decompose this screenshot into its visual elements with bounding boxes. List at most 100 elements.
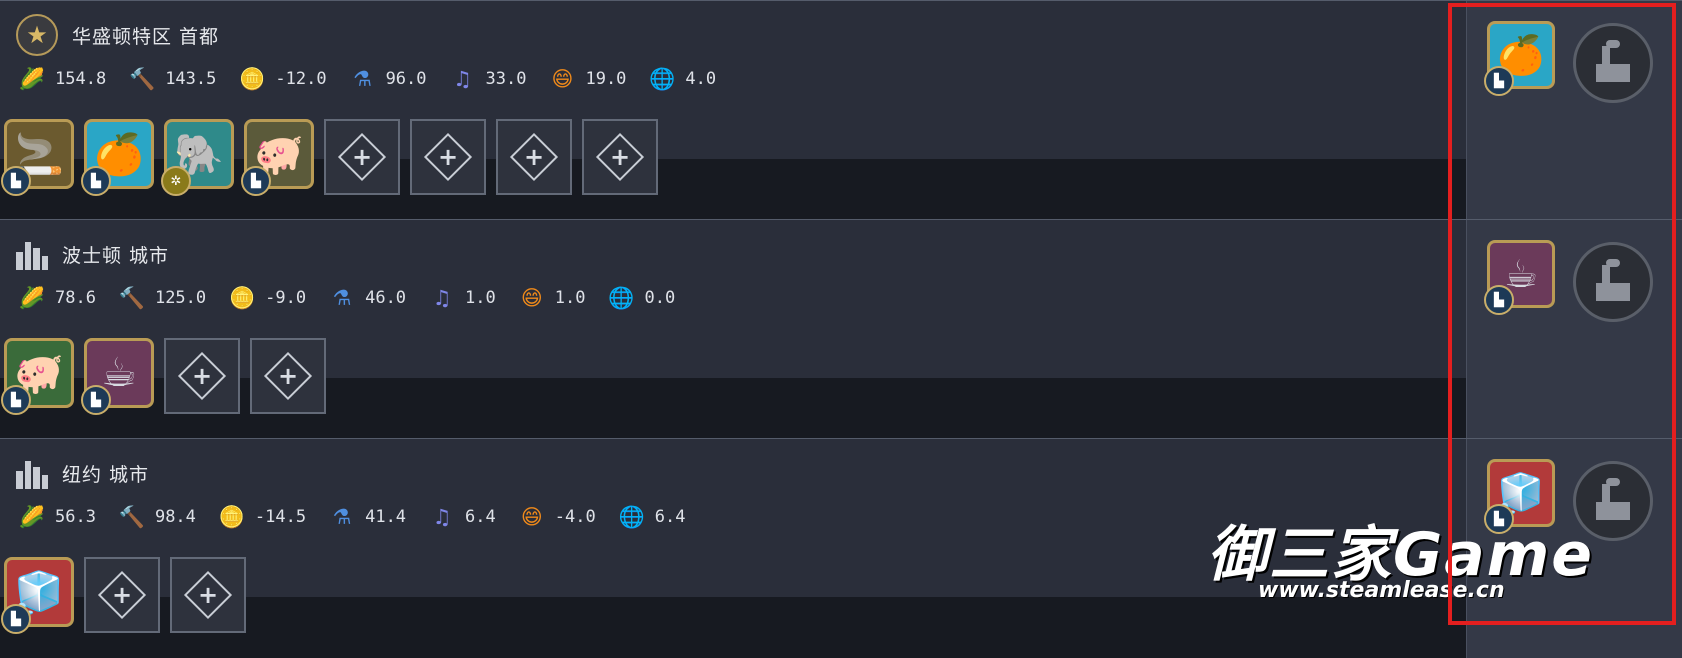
science-flask-icon: ⚗ <box>353 66 372 91</box>
city-header[interactable]: ★ 华盛顿特区 首都 <box>16 14 219 56</box>
factory-badge-icon: ▙ <box>1484 285 1514 315</box>
add-plus-icon: + <box>177 351 227 401</box>
city-header[interactable]: 纽约 城市 <box>16 455 149 491</box>
yield-gold: 🪙 -9.0 <box>228 284 306 312</box>
yield-culture: ♫ 6.4 <box>428 503 496 531</box>
yield-influence-value: 4.0 <box>685 69 717 89</box>
yield-science-value: 46.0 <box>365 288 407 308</box>
factory-badge-icon: ▙ <box>1 604 31 634</box>
yield-production: 🔨 98.4 <box>118 503 196 531</box>
yield-science-value: 41.4 <box>365 507 407 527</box>
influence-globe-icon: 🌐 <box>608 285 635 310</box>
empty-slot-add-button[interactable]: + <box>164 338 240 414</box>
yield-science: ⚗ 96.0 <box>349 65 427 93</box>
gold-coin-icon: 🪙 <box>239 66 266 91</box>
yield-gold: 🪙 -14.5 <box>218 503 306 531</box>
resource-slots: 🧊 ▙ + + <box>1 557 246 639</box>
yield-happiness: 😄 19.0 <box>548 65 627 93</box>
empty-slot-add-button[interactable]: + <box>496 119 572 195</box>
yield-production-value: 143.5 <box>165 69 217 89</box>
yield-culture-value: 1.0 <box>465 288 496 308</box>
yield-influence: 🌐 0.0 <box>607 284 675 312</box>
culture-music-icon: ♫ <box>432 285 452 310</box>
resource-slot[interactable]: 🐘 ✲ <box>161 119 234 196</box>
empty-slot-add-button[interactable]: + <box>324 119 400 195</box>
city-panel: ★ 华盛顿特区 首都 🌽 154.8 🔨 143.5 🪙 -12.0 ⚗ 96.0 ♫ 33.0 😄 19… <box>0 0 1682 220</box>
yield-science-value: 96.0 <box>385 69 427 89</box>
factory-button[interactable] <box>1573 23 1653 103</box>
yield-happiness: 😄 -4.0 <box>518 503 596 531</box>
factory-badge-icon: ▙ <box>81 385 111 415</box>
resource-slots: 🚬 ▙ 🍊 ▙ 🐘 ✲ 🐖 ▙ + + + + <box>1 119 658 201</box>
factory-button[interactable] <box>1573 242 1653 322</box>
yield-happiness-value: 19.0 <box>585 69 627 89</box>
science-flask-icon: ⚗ <box>332 285 352 310</box>
yield-culture-value: 33.0 <box>485 69 527 89</box>
production-hammer-icon: 🔨 <box>129 66 156 91</box>
gear-badge-icon: ✲ <box>161 166 191 196</box>
food-leaf-icon: 🌽 <box>18 285 46 310</box>
yield-influence: 🌐 4.0 <box>648 65 716 93</box>
add-plus-icon: + <box>97 570 147 620</box>
factory-icon <box>1596 259 1630 301</box>
yield-gold: 🪙 -12.0 <box>238 65 326 93</box>
yield-science: ⚗ 41.4 <box>328 503 406 531</box>
yield-culture-value: 6.4 <box>465 507 496 527</box>
resource-slot[interactable]: 🐖 ▙ <box>241 119 314 196</box>
gold-coin-icon: 🪙 <box>229 285 256 310</box>
happiness-face-icon: 😄 <box>551 66 574 91</box>
capital-star-icon: ★ <box>16 14 58 56</box>
city-name[interactable]: 华盛顿特区 首都 <box>72 22 219 49</box>
factory-badge-icon: ▙ <box>1 166 31 196</box>
food-leaf-icon: 🌽 <box>18 66 46 91</box>
influence-globe-icon: 🌐 <box>649 66 676 91</box>
city-name[interactable]: 纽约 城市 <box>62 460 149 487</box>
yield-gold-value: -14.5 <box>254 507 307 527</box>
factory-badge-icon: ▙ <box>241 166 271 196</box>
add-plus-icon: + <box>183 570 233 620</box>
factory-column: 🍊 ▙ <box>1466 1 1682 220</box>
city-buildings-icon <box>16 238 48 270</box>
resource-slot[interactable]: 🧊 ▙ <box>1 557 74 634</box>
yield-happiness-value: 1.0 <box>554 288 586 308</box>
yield-science: ⚗ 46.0 <box>328 284 406 312</box>
yield-influence-value: 6.4 <box>654 507 686 527</box>
yield-happiness: 😄 1.0 <box>518 284 586 312</box>
yield-culture: ♫ 33.0 <box>449 65 527 93</box>
resource-slots: 🐖 ▙ ☕ ▙ + + <box>1 338 326 420</box>
yield-gold-value: -12.0 <box>275 69 327 89</box>
production-hammer-icon: 🔨 <box>118 285 146 310</box>
city-buildings-icon <box>16 457 48 489</box>
factory-icon <box>1596 40 1630 82</box>
empty-slot-add-button[interactable]: + <box>410 119 486 195</box>
resource-slot[interactable]: 🐖 ▙ <box>1 338 74 415</box>
yield-influence-value: 0.0 <box>644 288 676 308</box>
yield-food-value: 78.6 <box>55 288 96 308</box>
factory-column: ☕ ▙ <box>1466 220 1682 439</box>
city-name[interactable]: 波士顿 城市 <box>62 241 169 268</box>
yield-gold-value: -9.0 <box>265 288 307 308</box>
city-header[interactable]: 波士顿 城市 <box>16 236 169 272</box>
empty-slot-add-button[interactable]: + <box>250 338 326 414</box>
assigned-resource[interactable]: 🍊 ▙ <box>1484 21 1555 96</box>
add-plus-icon: + <box>509 132 559 182</box>
yield-food-value: 154.8 <box>55 69 107 89</box>
empty-slot-add-button[interactable]: + <box>582 119 658 195</box>
city-panel: 波士顿 城市 🌽 78.6 🔨 125.0 🪙 -9.0 ⚗ 46.0 ♫ 1.0 😄 1.0 🌐 0.0 🐖… <box>0 219 1682 439</box>
food-leaf-icon: 🌽 <box>18 504 46 529</box>
empty-slot-add-button[interactable]: + <box>170 557 246 633</box>
factory-badge-icon: ▙ <box>1484 66 1514 96</box>
city-yields: 🌽 78.6 🔨 125.0 🪙 -9.0 ⚗ 46.0 ♫ 1.0 😄 1.0 🌐 0.0 <box>18 282 697 314</box>
resource-slot[interactable]: ☕ ▙ <box>81 338 154 415</box>
city-yields: 🌽 154.8 🔨 143.5 🪙 -12.0 ⚗ 96.0 ♫ 33.0 😄 19.0 🌐 4.0 <box>18 63 738 95</box>
assigned-resource[interactable]: ☕ ▙ <box>1484 240 1555 315</box>
resource-slot[interactable]: 🍊 ▙ <box>81 119 154 196</box>
gold-coin-icon: 🪙 <box>218 504 245 529</box>
yield-production-value: 98.4 <box>154 507 196 527</box>
yield-food: 🌽 56.3 <box>18 503 96 531</box>
yield-food-value: 56.3 <box>55 507 96 527</box>
resource-slot[interactable]: 🚬 ▙ <box>1 119 74 196</box>
empty-slot-add-button[interactable]: + <box>84 557 160 633</box>
production-hammer-icon: 🔨 <box>118 504 146 529</box>
yield-production: 🔨 143.5 <box>128 65 216 93</box>
